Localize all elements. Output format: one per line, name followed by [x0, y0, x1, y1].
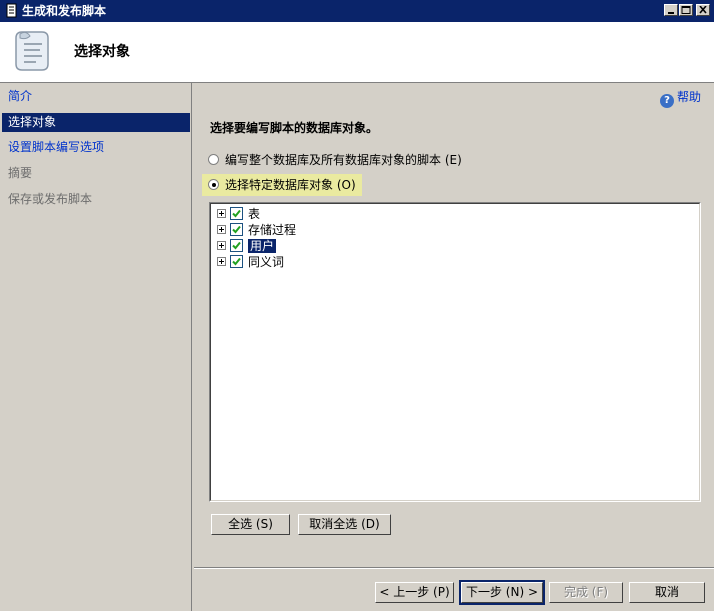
next-button[interactable]: 下一步 (N) > [459, 580, 545, 605]
radio-button[interactable] [208, 154, 219, 165]
checkmark-icon [232, 209, 241, 218]
finish-button: 完成 (F) [549, 582, 623, 603]
title-bar[interactable]: 生成和发布脚本 [0, 0, 714, 22]
header-banner: 选择对象 [0, 22, 714, 83]
deselect-all-button[interactable]: 取消全选 (D) [298, 514, 391, 535]
tree-node-label: 存储过程 [248, 223, 297, 237]
main-panel: ? 帮助 选择要编写脚本的数据库对象。 编写整个数据库及所有数据库对象的脚本 (E… [194, 83, 714, 567]
tree-node-tables[interactable]: 表 [217, 206, 260, 222]
window-title: 生成和发布脚本 [22, 4, 107, 18]
select-all-button[interactable]: 全选 (S) [211, 514, 290, 535]
checkbox-synonyms[interactable] [230, 255, 243, 268]
tree-node-label: 同义词 [248, 255, 285, 269]
help-label: 帮助 [677, 90, 702, 104]
nav-item-choose-objects[interactable]: 选择对象 [2, 113, 190, 132]
tree-node-label: 用户 [248, 239, 277, 253]
tree-node-users[interactable]: 用户 [217, 238, 277, 254]
radio-all-objects-label: 编写整个数据库及所有数据库对象的脚本 (E) [225, 153, 462, 167]
checkmark-icon [232, 241, 241, 250]
close-button[interactable] [696, 4, 710, 16]
checkbox-stored-procedures[interactable] [230, 223, 243, 236]
object-tree[interactable]: 表 存储过程 用户 同义词 [209, 202, 701, 502]
checkmark-icon [232, 225, 241, 234]
wizard-nav: 简介 选择对象 设置脚本编写选项 摘要 保存或发布脚本 [0, 83, 192, 611]
minimize-button[interactable] [664, 4, 678, 16]
checkbox-tables[interactable] [230, 207, 243, 220]
radio-specific-objects-label: 选择特定数据库对象 (O) [225, 178, 356, 192]
previous-button[interactable]: < 上一步 (P) [375, 582, 454, 603]
script-scroll-icon [15, 31, 49, 71]
expand-plus-icon[interactable] [217, 209, 226, 218]
nav-item-save-publish: 保存或发布脚本 [8, 192, 93, 206]
checkbox-users[interactable] [230, 239, 243, 252]
tree-node-label: 表 [248, 207, 261, 221]
dialog-window: 生成和发布脚本 选择对象 简介 选择对象 设置脚本编写选项 摘要 保存或发布脚本 [0, 0, 714, 611]
maximize-icon [681, 6, 691, 14]
expand-plus-icon[interactable] [217, 257, 226, 266]
nav-item-scripting-options[interactable]: 设置脚本编写选项 [2, 138, 190, 157]
checkmark-icon [232, 257, 241, 266]
tree-node-synonyms[interactable]: 同义词 [217, 254, 284, 270]
nav-item-intro[interactable]: 简介 [2, 87, 190, 106]
expand-plus-icon[interactable] [217, 241, 226, 250]
help-link[interactable]: ? 帮助 [660, 89, 701, 108]
radio-specific-objects[interactable]: 选择特定数据库对象 (O) [202, 174, 362, 196]
nav-item-summary: 摘要 [8, 166, 33, 180]
script-scroll-icon [6, 3, 17, 18]
help-icon: ? [660, 94, 674, 108]
expand-plus-icon[interactable] [217, 225, 226, 234]
footer-divider [194, 567, 714, 569]
page-title: 选择对象 [74, 44, 130, 60]
instruction-text: 选择要编写脚本的数据库对象。 [210, 121, 379, 135]
tree-node-stored-procedures[interactable]: 存储过程 [217, 222, 296, 238]
minimize-icon [668, 12, 674, 14]
cancel-button[interactable]: 取消 [629, 582, 705, 603]
radio-all-objects[interactable]: 编写整个数据库及所有数据库对象的脚本 (E) [208, 152, 462, 168]
maximize-button[interactable] [679, 4, 693, 16]
radio-button[interactable] [208, 179, 219, 190]
close-icon [699, 6, 707, 14]
